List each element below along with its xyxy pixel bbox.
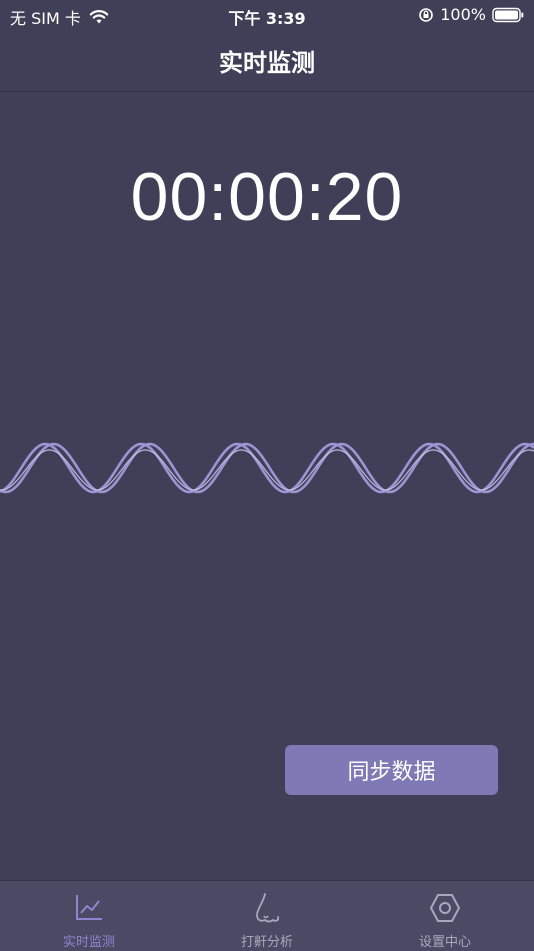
- tab-settings-center[interactable]: 设置中心: [356, 881, 534, 951]
- sync-data-button[interactable]: 同步数据: [285, 745, 498, 795]
- hexagon-settings-icon: [430, 894, 460, 922]
- tab-snore-analysis[interactable]: 打鼾分析: [178, 881, 356, 951]
- waveform-line-b: [0, 442, 534, 494]
- battery-percent: 100%: [440, 5, 486, 24]
- sound-waveform: [0, 442, 534, 494]
- tab-bar: 实时监测 打鼾分析 设置中心: [0, 880, 534, 951]
- battery-icon: [492, 7, 524, 22]
- nav-bar: 实时监测: [0, 30, 534, 92]
- status-bar: 无 SIM 卡 下午 3:39 100%: [0, 0, 534, 30]
- tab-label: 设置中心: [418, 935, 471, 950]
- chart-icon: [76, 895, 102, 920]
- status-right: 100%: [418, 5, 524, 24]
- tab-label: 打鼾分析: [240, 935, 293, 950]
- elapsed-timer: 00:00:20: [130, 159, 404, 235]
- page-title: 实时监测: [219, 49, 315, 77]
- nose-icon: [256, 893, 280, 923]
- rotation-lock-icon: [419, 7, 434, 22]
- tab-realtime-monitor[interactable]: 实时监测: [0, 881, 178, 951]
- tab-label: 实时监测: [62, 935, 115, 950]
